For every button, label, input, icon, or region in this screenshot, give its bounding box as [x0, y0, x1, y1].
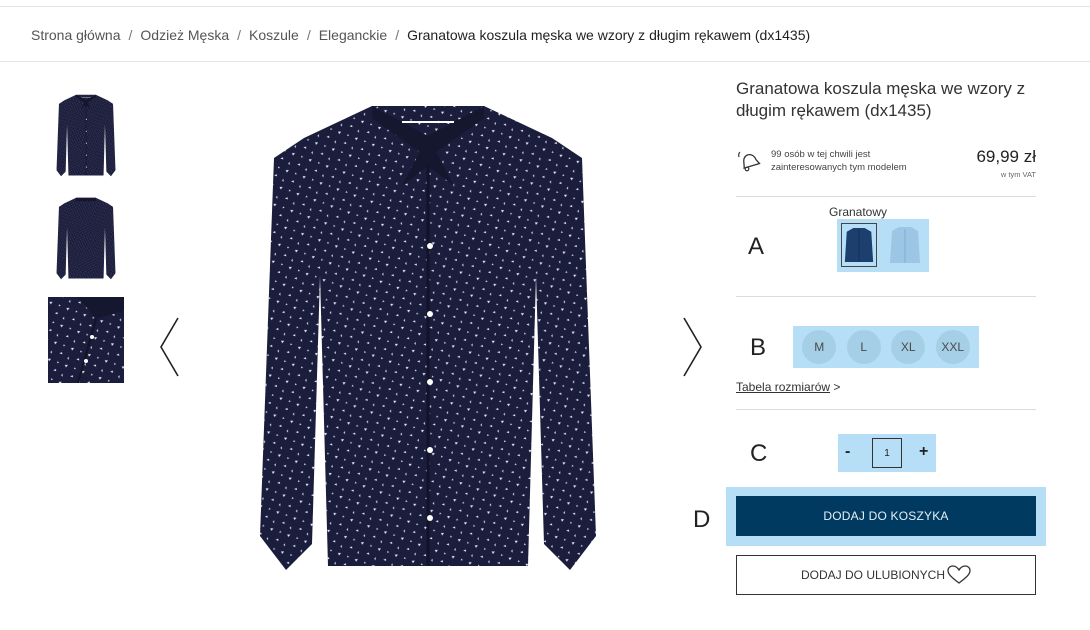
annotation-label-c: C — [750, 440, 768, 467]
selected-color-name: Granatowy — [829, 205, 888, 219]
add-to-favorites-button[interactable]: DODAJ DO ULUBIONYCH — [736, 555, 1036, 595]
breadcrumb-separator: / — [395, 27, 400, 43]
breadcrumb-link-elegant[interactable]: Eleganckie — [319, 27, 388, 43]
divider — [736, 196, 1036, 197]
bell-ring-icon — [738, 151, 761, 172]
thumbnail-detail[interactable] — [48, 297, 124, 383]
top-divider — [0, 6, 1090, 7]
breadcrumb-separator: / — [306, 27, 311, 43]
breadcrumb-separator: / — [237, 27, 241, 43]
navy-shirt-swatch — [844, 228, 874, 262]
breadcrumb-link-home[interactable]: Strona główna — [31, 27, 121, 43]
chevron-left-icon — [160, 317, 179, 377]
add-to-favorites-label: DODAJ DO ULUBIONYCH — [800, 568, 946, 582]
quantity-input[interactable] — [872, 438, 902, 468]
size-option-xxl[interactable]: XXL — [935, 330, 970, 364]
color-selector — [837, 219, 929, 272]
main-product-image — [252, 96, 604, 586]
size-chart: Tabela rozmiarów > — [736, 380, 840, 394]
quantity-stepper: - + — [838, 434, 936, 472]
thumbnail-back[interactable] — [48, 196, 124, 282]
size-option-m[interactable]: M — [802, 330, 837, 364]
breadcrumb: Strona główna / Odzież Męska / Koszule /… — [31, 27, 810, 43]
add-to-cart-highlight: DODAJ DO KOSZYKA — [726, 487, 1046, 546]
light-blue-shirt-swatch — [890, 227, 920, 263]
product-title: Granatowa koszula męska we wzory z długi… — [736, 79, 1026, 120]
breadcrumb-link-shirts[interactable]: Koszule — [249, 27, 299, 43]
breadcrumb-current: Granatowa koszula męska we wzory z długi… — [407, 27, 811, 43]
annotation-label-a: A — [748, 233, 765, 260]
divider — [736, 409, 1036, 410]
chevron-right-icon: > — [833, 380, 841, 394]
size-option-xl[interactable]: XL — [891, 330, 926, 364]
next-image-button[interactable] — [680, 316, 704, 378]
annotation-label-d: D — [693, 506, 711, 533]
interest-text: 99 osób w tej chwili jest zainteresowany… — [771, 149, 907, 173]
breadcrumb-separator: / — [128, 27, 133, 43]
size-option-l[interactable]: L — [846, 330, 881, 364]
breadcrumb-link-mens-clothing[interactable]: Odzież Męska — [140, 27, 229, 43]
add-to-cart-button[interactable]: DODAJ DO KOSZYKA — [736, 496, 1036, 536]
vat-note: w tym VAT — [1000, 170, 1036, 179]
interest-notice: 99 osób w tej chwili jest zainteresowany… — [736, 148, 941, 174]
previous-image-button[interactable] — [158, 316, 182, 378]
quantity-increase-button[interactable]: + — [919, 443, 928, 461]
color-option-navy[interactable] — [841, 223, 877, 267]
breadcrumb-divider — [0, 61, 1090, 62]
chevron-right-icon — [683, 317, 702, 377]
divider — [736, 296, 1036, 297]
size-chart-link[interactable]: Tabela rozmiarów — [736, 380, 830, 394]
annotation-label-b: B — [750, 334, 767, 361]
size-selector: M L XL XXL — [793, 326, 979, 368]
thumbnail-front[interactable] — [48, 93, 124, 179]
product-price: 69,99 zł — [976, 147, 1036, 166]
quantity-decrease-button[interactable]: - — [845, 443, 850, 461]
color-option-light-blue[interactable] — [887, 223, 923, 267]
heart-icon — [947, 565, 971, 584]
